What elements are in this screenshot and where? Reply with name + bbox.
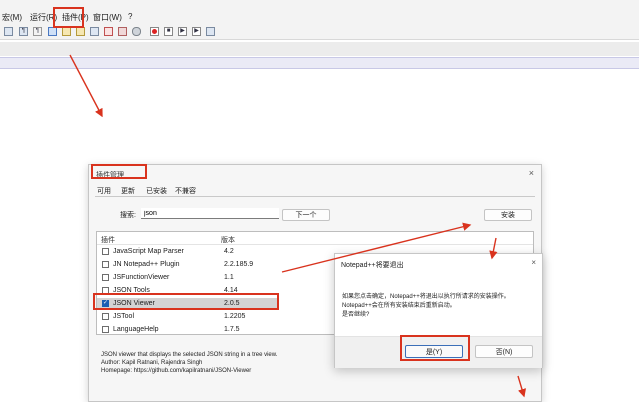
close-icon[interactable]: × <box>531 258 536 267</box>
doc-map-icon[interactable] <box>62 27 71 36</box>
tab-bar: 可用 更新 已安装 不兼容 <box>89 184 541 196</box>
column-header-version[interactable]: 版本 <box>221 235 235 245</box>
search-label: 搜索: <box>120 212 136 219</box>
play-multiple-icon[interactable]: ▶ <box>192 27 201 36</box>
plugin-checkbox[interactable] <box>102 274 109 281</box>
tab-divider <box>95 196 535 197</box>
monitor-icon[interactable] <box>104 27 113 36</box>
plugin-version: 4.2 <box>224 248 234 255</box>
close-icon[interactable]: × <box>529 168 534 178</box>
plugin-version: 1.7.5 <box>224 326 240 333</box>
plugin-row[interactable]: JSFunctionViewer 1.1 <box>97 272 279 283</box>
function-list-icon[interactable] <box>76 27 85 36</box>
column-header-name[interactable]: 插件 <box>101 235 115 245</box>
plugin-name: LanguageHelp <box>113 326 159 333</box>
annotation-highlight-dialog-title <box>91 164 147 179</box>
plugin-row[interactable]: JSTool 1.2205 <box>97 311 279 322</box>
confirm-message-line: Notepad++会在所有安装结束后重新启动。 <box>342 303 456 309</box>
folder-red-icon[interactable] <box>118 27 127 36</box>
paragraph-icon[interactable]: ¶ <box>19 27 28 36</box>
plugin-checkbox[interactable] <box>102 261 109 268</box>
word-wrap-icon[interactable]: ¶ <box>33 27 42 36</box>
plugin-checkbox[interactable] <box>102 326 109 333</box>
list-header: 插件 版本 <box>97 232 533 245</box>
confirm-dialog-title: Notepad++将要退出 <box>341 262 404 269</box>
folder-workspace-icon[interactable] <box>90 27 99 36</box>
menu-help[interactable]: ? <box>128 12 132 21</box>
plugin-homepage: Homepage: https://github.com/kapilratnan… <box>101 368 252 374</box>
plugin-row[interactable]: JavaScript Map Parser 4.2 <box>97 246 279 257</box>
play-icon[interactable]: ▶ <box>178 27 187 36</box>
annotation-highlight-json-viewer-row <box>93 293 279 310</box>
plugin-name: JSTool <box>113 313 135 320</box>
plugin-version: 1.2205 <box>224 313 246 320</box>
tab-available[interactable]: 可用 <box>97 186 111 196</box>
annotation-highlight-plugins-menu <box>53 7 84 28</box>
search-input[interactable] <box>141 208 279 219</box>
tab-incompatible[interactable]: 不兼容 <box>175 186 196 196</box>
plugin-row[interactable]: JN Notepad++ Plugin 2.2.185.9 <box>97 259 279 270</box>
indent-guide-icon[interactable] <box>48 27 57 36</box>
annotation-highlight-yes-button <box>400 335 470 361</box>
next-button[interactable]: 下一个 <box>282 209 330 221</box>
plugin-version: 2.2.185.9 <box>224 261 254 268</box>
menu-macro[interactable]: 宏(M) <box>2 12 22 23</box>
editor-current-line <box>0 57 639 69</box>
menu-bar: 宏(M) 运行(R) 插件(P) 窗口(W) ? <box>0 0 639 25</box>
plugin-checkbox[interactable] <box>102 313 109 320</box>
tab-updates[interactable]: 更新 <box>121 186 135 196</box>
plugin-checkbox[interactable] <box>102 248 109 255</box>
no-button[interactable]: 否(N) <box>475 345 533 358</box>
menu-window[interactable]: 窗口(W) <box>93 12 122 23</box>
tab-installed[interactable]: 已安装 <box>146 186 167 196</box>
link-icon[interactable] <box>132 27 141 36</box>
stop-icon[interactable]: ■ <box>164 27 173 36</box>
plugin-name: JN Notepad++ Plugin <box>113 261 180 268</box>
confirm-message-line: 是否继续? <box>342 312 370 318</box>
plugin-name: JavaScript Map Parser <box>113 248 184 255</box>
plugin-version: 1.1 <box>224 274 234 281</box>
confirm-message-line: 如果您点击确定，Notepad++将退出以执行所请求的安装操作。 <box>342 294 510 300</box>
plugin-name: JSFunctionViewer <box>113 274 170 281</box>
save-macro-icon[interactable] <box>206 27 215 36</box>
file-list-icon[interactable] <box>4 27 13 36</box>
tab-strip <box>0 42 639 56</box>
plugin-row[interactable]: LanguageHelp 1.7.5 <box>97 324 279 334</box>
toolbar: ¶ ¶ ■ ▶ ▶ <box>0 25 639 40</box>
install-button[interactable]: 安装 <box>484 209 532 221</box>
record-icon[interactable] <box>150 27 159 36</box>
